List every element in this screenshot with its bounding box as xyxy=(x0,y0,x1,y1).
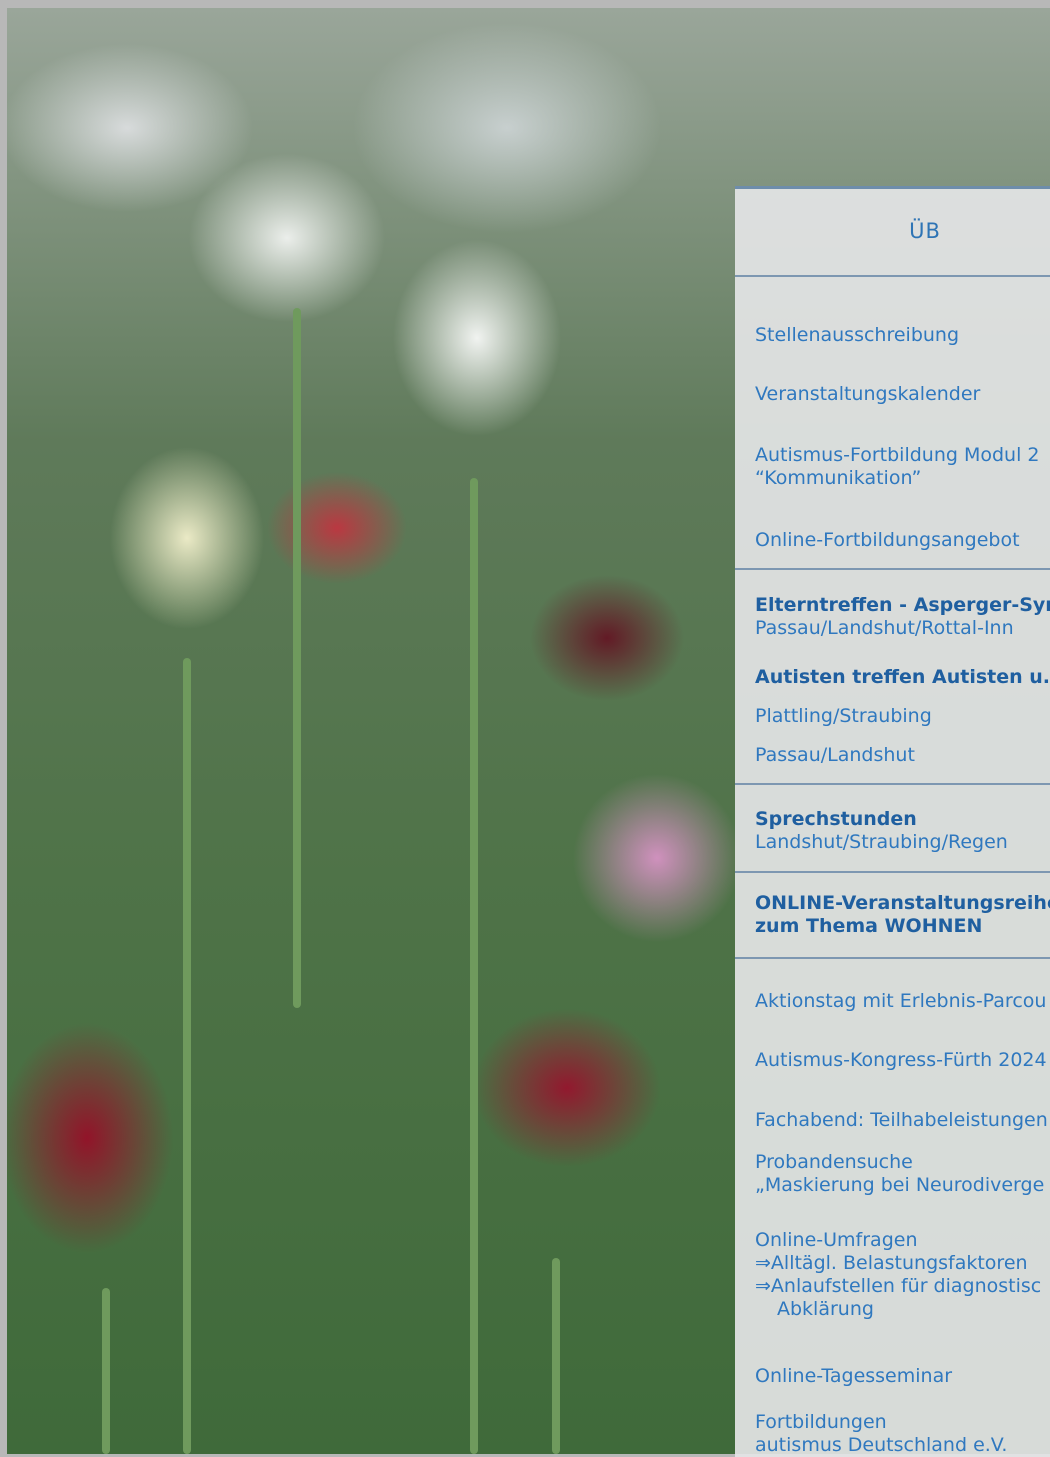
link-elterntreffen[interactable]: Elterntreffen - Asperger-Syndr Passau/La… xyxy=(755,594,1050,640)
item-label: Sprechstunden xyxy=(755,808,917,830)
item-label: Online-Umfragen xyxy=(755,1229,918,1251)
divider xyxy=(735,568,1050,570)
flower-stem xyxy=(552,1258,560,1454)
item-subtitle: „Maskierung bei Neurodiverge xyxy=(755,1174,1045,1196)
divider xyxy=(735,957,1050,959)
divider xyxy=(735,871,1050,873)
link-autismus-fortbildung[interactable]: Autismus-Fortbildung Modul 2 “Kommunikat… xyxy=(755,444,1050,490)
link-online-fortbildungsangebot[interactable]: Online-Fortbildungsangebot xyxy=(755,529,1050,552)
link-autismus-kongress[interactable]: Autismus-Kongress-Fürth 2024 xyxy=(755,1049,1050,1072)
link-fachabend[interactable]: Fachabend: Teilhabeleistungen xyxy=(755,1109,1050,1132)
link-stellenausschreibung[interactable]: Stellenausschreibung xyxy=(755,324,1050,347)
flower-stem xyxy=(293,308,301,1008)
link-plattling-straubing[interactable]: Plattling/Straubing xyxy=(755,705,1050,728)
item-subtitle: Passau/Landshut/Rottal-Inn xyxy=(755,617,1014,639)
link-passau-landshut[interactable]: Passau/Landshut xyxy=(755,744,1050,767)
divider xyxy=(735,275,1050,277)
item-label: ONLINE-Veranstaltungsreihe xyxy=(755,892,1050,914)
item-subtitle: Landshut/Straubing/Regen xyxy=(755,831,1008,853)
link-veranstaltungskalender[interactable]: Veranstaltungskalender xyxy=(755,383,1050,406)
item-subtitle: ⇒Alltägl. Belastungsfaktoren xyxy=(755,1252,1028,1274)
link-aktionstag[interactable]: Aktionstag mit Erlebnis-Parcou xyxy=(755,990,1050,1013)
flower-stem xyxy=(183,658,191,1454)
link-fortbildungen[interactable]: Fortbildungen autismus Deutschland e.V. xyxy=(755,1411,1050,1457)
item-label: Fortbildungen xyxy=(755,1411,887,1433)
item-label: Autismus-Fortbildung Modul 2 xyxy=(755,444,1040,466)
link-probandensuche[interactable]: Probandensuche „Maskierung bei Neurodive… xyxy=(755,1151,1050,1197)
item-subtitle: “Kommunikation” xyxy=(755,467,922,489)
item-label: Elterntreffen - Asperger-Syndr xyxy=(755,594,1050,616)
link-autisten-treffen-autisten[interactable]: Autisten treffen Autisten u. Fr xyxy=(755,666,1050,689)
item-subtitle: Abklärung xyxy=(777,1298,874,1320)
link-sprechstunden[interactable]: Sprechstunden Landshut/Straubing/Regen xyxy=(755,808,1050,854)
flower-stem xyxy=(102,1288,110,1454)
divider xyxy=(735,783,1050,785)
link-online-tagesseminar[interactable]: Online-Tagesseminar xyxy=(755,1365,1050,1388)
panel-title: ÜB xyxy=(909,219,941,243)
item-label: Probandensuche xyxy=(755,1151,913,1173)
item-subtitle: zum Thema WOHNEN xyxy=(755,915,983,937)
news-overview-panel: ÜB Stellenausschreibung Veranstaltungska… xyxy=(735,186,1050,1457)
flower-stem xyxy=(470,478,478,1454)
link-online-umfragen[interactable]: Online-Umfragen ⇒Alltägl. Belastungsfakt… xyxy=(755,1229,1050,1321)
link-online-veranstaltungsreihe[interactable]: ONLINE-Veranstaltungsreihe zum Thema WOH… xyxy=(755,892,1050,938)
item-subtitle: ⇒Anlaufstellen für diagnostisc xyxy=(755,1275,1042,1297)
